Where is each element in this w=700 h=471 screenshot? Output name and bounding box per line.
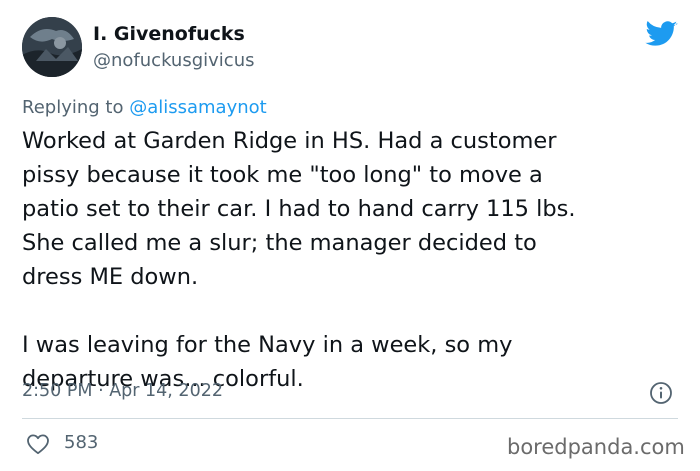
watermark: boredpanda.com (507, 435, 685, 459)
divider (22, 418, 678, 419)
replying-to-line: Replying to @alissamaynot (22, 97, 267, 118)
author-handle[interactable]: @nofuckusgivicus (93, 50, 254, 71)
tweet-card: I. Givenofucks @nofuckusgivicus Replying… (0, 0, 700, 471)
avatar[interactable] (22, 17, 82, 77)
twitter-bird-icon[interactable] (645, 21, 678, 48)
tweet-timestamp[interactable]: 2:50 PM · Apr 14, 2022 (22, 381, 223, 401)
replying-to-label: Replying to (22, 97, 130, 118)
tweet-paragraph: Worked at Garden Ridge in HS. Had a cust… (22, 128, 576, 290)
author-name[interactable]: I. Givenofucks (93, 23, 245, 45)
like-count: 583 (64, 432, 99, 453)
reply-mention-link[interactable]: @alissamaynot (129, 97, 267, 118)
info-circle-icon[interactable] (649, 381, 673, 405)
tweet-body: Worked at Garden Ridge in HS. Had a cust… (22, 124, 682, 396)
heart-outline-icon[interactable] (26, 433, 50, 455)
